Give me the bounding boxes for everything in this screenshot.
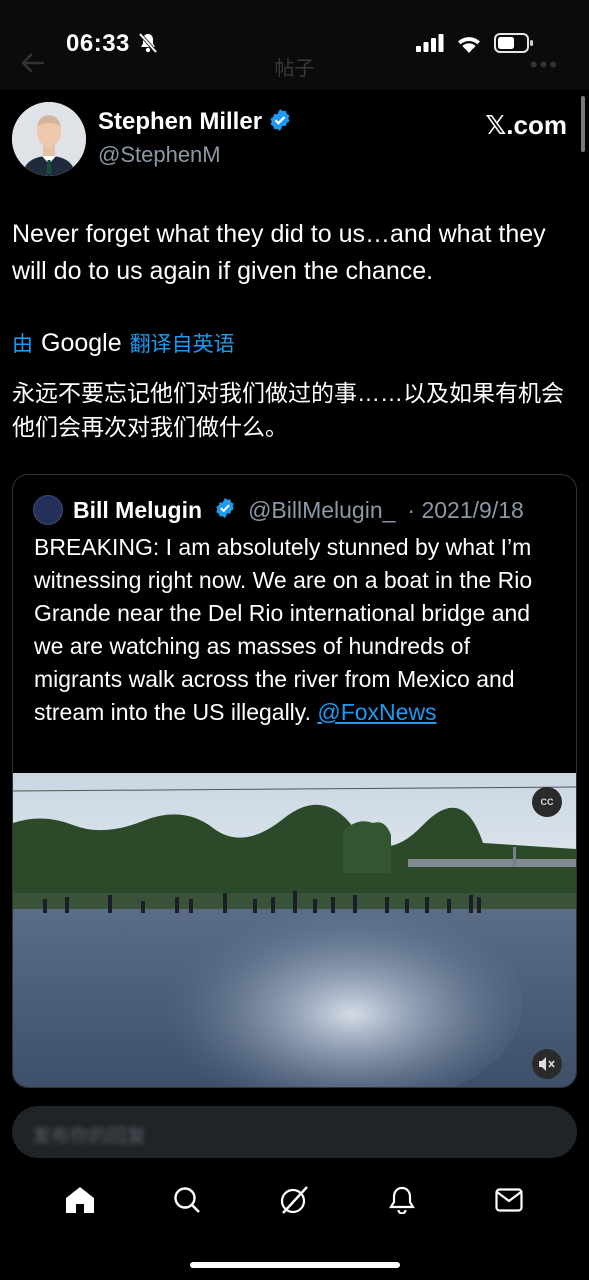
verified-badge-icon (268, 108, 292, 139)
grok-icon (281, 1186, 309, 1214)
x-logo: 𝕏.com (485, 110, 567, 140)
quote-avatar[interactable] (33, 495, 63, 525)
reply-placeholder: 发布你的回复 (32, 1126, 147, 1147)
bell-icon (388, 1186, 415, 1214)
mute-button[interactable] (532, 1049, 562, 1079)
quote-author-name[interactable]: Bill Melugin (73, 497, 202, 524)
quote-date: · 2021/9/18 (407, 496, 524, 523)
page-title: 帖子 (274, 58, 315, 80)
tab-search[interactable] (167, 1180, 207, 1220)
author-handle[interactable]: @StephenM (98, 142, 221, 168)
reply-input[interactable]: 发布你的回复 (12, 1106, 577, 1158)
quote-text: BREAKING: I am absolutely stunned by wha… (34, 534, 533, 725)
status-icons (416, 33, 534, 53)
tab-messages[interactable] (489, 1180, 529, 1220)
tweet-text: Never forget what they did to us…and wha… (12, 220, 546, 285)
author-name[interactable]: Stephen Miller (98, 108, 292, 139)
search-icon (174, 1187, 200, 1213)
signal-icon (416, 34, 444, 52)
translation-attribution[interactable]: 由 Google 翻译自英语 (12, 328, 235, 358)
tab-grok[interactable] (274, 1180, 314, 1220)
home-indicator[interactable] (190, 1262, 400, 1268)
verified-badge-icon (214, 497, 236, 524)
translated-text: 永远不要忘记他们对我们做过的事……以及如果有机会他们会再次对我们做什么。 (12, 380, 564, 440)
google-logo: Google (41, 328, 122, 357)
more-icon[interactable]: ••• (530, 52, 559, 78)
video-player[interactable]: CC (13, 773, 576, 1087)
mention-link[interactable]: @FoxNews (317, 699, 436, 725)
tab-home[interactable] (60, 1180, 100, 1220)
scrollbar[interactable] (581, 96, 585, 152)
quoted-tweet[interactable]: Bill Melugin @BillMelugin_ · 2021/9/18 B… (12, 474, 577, 1088)
speaker-muted-icon (539, 1057, 555, 1071)
quote-author-handle[interactable]: @BillMelugin_ (248, 497, 395, 524)
avatar[interactable] (12, 102, 86, 176)
home-icon (65, 1187, 94, 1213)
quote-header: Bill Melugin @BillMelugin_ · 2021/9/18 (33, 495, 524, 525)
video-frame (13, 773, 576, 1087)
mail-icon (495, 1188, 523, 1212)
status-bar: 06:33 帖子 ••• (0, 0, 589, 90)
captions-button[interactable]: CC (532, 787, 562, 817)
tab-notifications[interactable] (382, 1180, 422, 1220)
battery-icon (494, 33, 533, 53)
bottom-tab-bar (0, 1170, 589, 1230)
wifi-icon (458, 36, 480, 53)
tweet-header: Stephen Miller @StephenM 𝕏.com (12, 100, 569, 180)
